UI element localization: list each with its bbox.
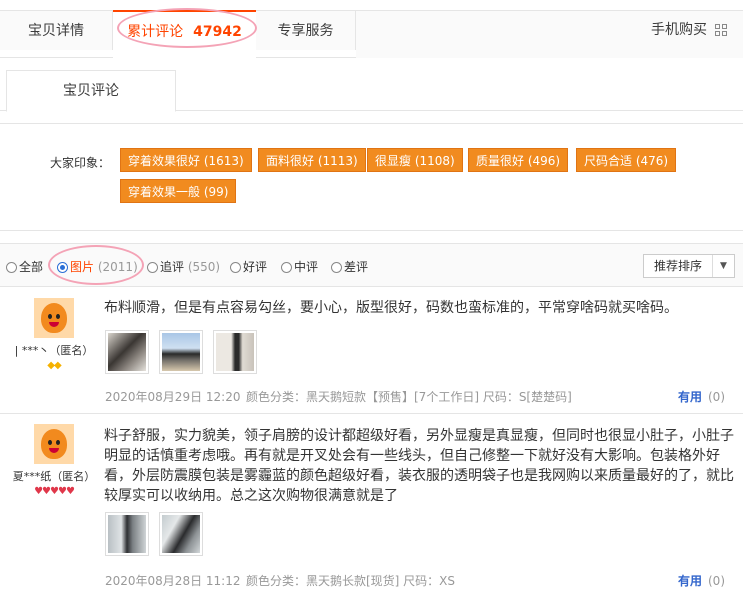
useful-label: 有用 (677, 390, 702, 404)
mobile-buy-label: 手机购买 (651, 22, 707, 38)
review-date: 2020年08月28日 11:12 (105, 574, 241, 588)
radio-icon (281, 262, 292, 273)
review-text: 料子舒服，实力貌美，领子肩膀的设计都超级好看，另外显瘦是真显瘦，但同时也很显小肚… (104, 428, 734, 504)
chevron-down-icon: ▼ (712, 255, 734, 277)
tab-reviews[interactable]: 累计评论 47942 (113, 10, 256, 59)
useful-label: 有用 (677, 574, 702, 588)
review-spec: 颜色分类：黑天鹅长款[现货] 尺码：XS (246, 574, 456, 588)
review-photo-thumbnail[interactable] (105, 512, 149, 556)
tab-item-reviews[interactable]: 宝贝评论 (6, 70, 176, 112)
avatar-face-icon (41, 303, 67, 333)
tab-item-details-label: 宝贝详情 (28, 23, 84, 39)
mobile-buy-link[interactable]: 手机购买 (651, 10, 727, 50)
avatar-eye (56, 314, 60, 319)
review-item: 夏***纸（匿名） ♥♥♥♥♥ 料子舒服，实力貌美，领子肩膀的设计都超级好看，另… (0, 414, 743, 598)
tab-reviews-label: 累计评论 (127, 24, 184, 40)
photo-image (162, 333, 200, 371)
filter-good-label: 好评 (243, 260, 268, 274)
impression-tag[interactable]: 穿着效果一般 (99) (120, 179, 237, 203)
review-item: | ***丶（匿名） ◆◆ 布料顺滑，但是有点容易勾丝，要小心，版型很好，码数也… (0, 288, 743, 414)
impressions-panel: 大家印象： 穿着效果很好 (1613) 面料很好 (1113) 很显瘦 (110… (0, 123, 743, 231)
avatar (34, 424, 74, 464)
impression-tag[interactable]: 尺码合适 (476) (576, 148, 677, 172)
reviewer-level-icon: ◆◆ (47, 360, 61, 371)
filter-followup-count: (550) (187, 260, 221, 274)
radio-icon (6, 262, 17, 273)
photo-image (216, 333, 254, 371)
qr-code-icon (715, 24, 727, 36)
filter-followup-label: 追评 (160, 260, 185, 274)
sort-dropdown[interactable]: 推荐排序 ▼ (643, 254, 735, 278)
review-photo-thumbnail[interactable] (159, 512, 203, 556)
avatar-eye (56, 440, 60, 445)
review-photo-thumbnail[interactable] (105, 330, 149, 374)
sort-dropdown-label: 推荐排序 (654, 259, 703, 273)
avatar (34, 298, 74, 338)
filter-all-radio[interactable]: 全部 (6, 259, 43, 275)
radio-checked-icon (57, 262, 68, 273)
avatar-face-icon (41, 429, 67, 459)
review-text: 布料顺滑，但是有点容易勾丝，要小心，版型很好，码数也蛮标准的，平常穿啥码就买啥码… (104, 300, 678, 316)
reviewer-level-icon: ♥♥♥♥♥ (34, 486, 75, 497)
useful-count: (0) (708, 390, 725, 404)
review-photo-thumbnail[interactable] (159, 330, 203, 374)
reviewer-name: 夏***纸（匿名） (12, 470, 96, 483)
photo-image (108, 515, 146, 553)
photo-image (162, 515, 200, 553)
impression-tag[interactable]: 面料很好 (1113) (258, 148, 366, 172)
filter-followup-radio[interactable]: 追评 (550) (147, 259, 220, 275)
tab-service[interactable]: 专享服务 (256, 10, 356, 50)
tab-item-details[interactable]: 宝贝详情 (0, 10, 113, 50)
tab-service-label: 专享服务 (277, 23, 334, 39)
radio-icon (147, 262, 158, 273)
useful-button[interactable]: 有用 (0) (678, 388, 725, 405)
review-date: 2020年08月29日 12:20 (105, 390, 241, 404)
review-photo-thumbnail[interactable] (213, 330, 257, 374)
impressions-label: 大家印象： (50, 156, 111, 170)
radio-icon (331, 262, 342, 273)
useful-button[interactable]: 有用 (0) (678, 572, 725, 589)
filter-pics-radio[interactable]: 图片 (2011) (57, 259, 138, 275)
subtab-label: 宝贝评论 (63, 83, 119, 99)
impression-tag[interactable]: 质量很好 (496) (468, 148, 569, 172)
review-subnav: 宝贝评论 (0, 70, 743, 112)
avatar-eye (48, 440, 52, 445)
radio-icon (230, 262, 241, 273)
filter-good-radio[interactable]: 好评 (230, 259, 267, 275)
filter-bad-radio[interactable]: 差评 (331, 259, 368, 275)
tab-reviews-count: 47942 (193, 24, 242, 40)
filter-pics-count: (2011) (97, 260, 138, 274)
filter-bad-label: 差评 (344, 260, 369, 274)
filter-pics-label: 图片 (70, 260, 95, 274)
photo-image (108, 333, 146, 371)
top-tab-bar: 宝贝详情 累计评论 47942 专享服务 手机购买 (0, 0, 743, 59)
filter-all-label: 全部 (19, 260, 44, 274)
impression-tag[interactable]: 很显瘦 (1108) (367, 148, 463, 172)
reviewer-name: | ***丶（匿名） (14, 344, 94, 357)
filter-mid-label: 中评 (294, 260, 319, 274)
review-filter-bar: 全部 图片 (2011) 追评 (550) 好评 中评 差评 (0, 243, 743, 287)
filter-mid-radio[interactable]: 中评 (281, 259, 318, 275)
impression-tag[interactable]: 穿着效果很好 (1613) (120, 148, 252, 172)
review-spec: 颜色分类：黑天鹅短款【预售】[7个工作日] 尺码：S[楚楚码] (246, 390, 572, 404)
avatar-eye (48, 314, 52, 319)
useful-count: (0) (708, 574, 725, 588)
